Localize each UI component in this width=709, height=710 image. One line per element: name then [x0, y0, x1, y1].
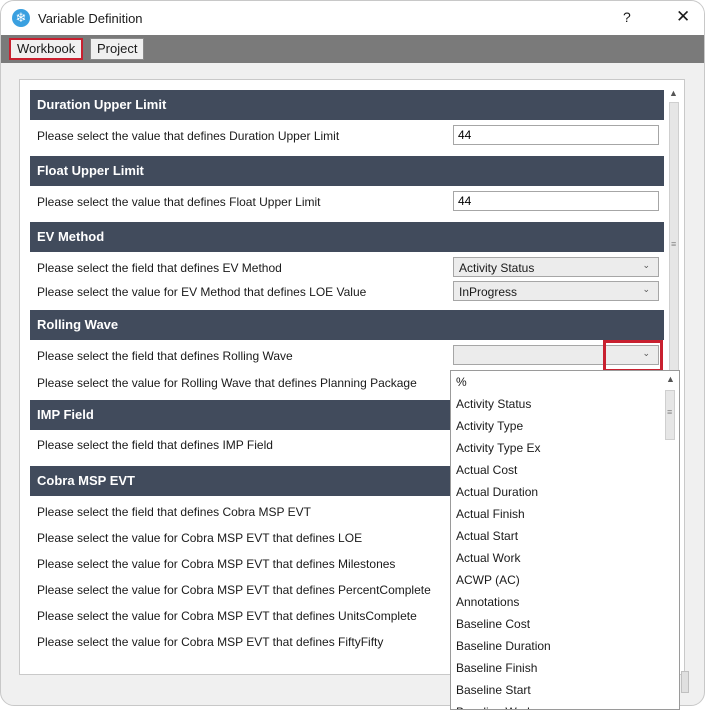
dropdown-option[interactable]: %: [451, 371, 679, 393]
setting-label: Please select the field that defines Rol…: [37, 349, 293, 363]
tab-bar: Workbook Project: [1, 35, 704, 63]
section-header-float-upper-limit: Float Upper Limit: [30, 156, 664, 186]
setting-row: Please select the value that defines Dur…: [30, 124, 664, 148]
dropdown-option[interactable]: Actual Cost: [451, 459, 679, 481]
dropdown-option[interactable]: Activity Status: [451, 393, 679, 415]
setting-label: Please select the value for Rolling Wave…: [37, 376, 417, 390]
dropdown-option[interactable]: Baseline Work: [451, 701, 679, 709]
float-upper-limit-input[interactable]: [454, 192, 658, 210]
window-title: Variable Definition: [38, 11, 143, 26]
grip-icon: ≡: [667, 407, 673, 417]
ev-method-field-select[interactable]: Activity Status ⌄: [453, 257, 659, 277]
dialog-footer-button[interactable]: [681, 671, 689, 693]
select-value: InProgress: [459, 285, 518, 299]
dropdown-option[interactable]: Activity Type: [451, 415, 679, 437]
duration-upper-limit-input[interactable]: [454, 126, 658, 144]
dropdown-option[interactable]: Activity Type Ex: [451, 437, 679, 459]
setting-row: Please select the value that defines Flo…: [30, 190, 664, 214]
float-upper-limit-field[interactable]: [453, 191, 659, 211]
setting-row: Please select the field that defines Rol…: [30, 344, 664, 368]
dropdown-option[interactable]: Annotations: [451, 591, 679, 613]
rolling-wave-options-list[interactable]: % Activity Status Activity Type Activity Ty…: [450, 370, 680, 710]
dropdown-items: % Activity Status Activity Type Activity Ty…: [451, 371, 679, 709]
setting-label: Please select the value for Cobra MSP EV…: [37, 557, 396, 571]
help-button[interactable]: ?: [623, 9, 631, 25]
ev-method-loe-select[interactable]: InProgress ⌄: [453, 281, 659, 301]
setting-row: Please select the field that defines EV …: [30, 256, 664, 280]
setting-label: Please select the field that defines EV …: [37, 261, 282, 275]
setting-label: Please select the field that defines IMP…: [37, 438, 273, 452]
setting-label: Please select the value that defines Flo…: [37, 195, 321, 209]
chevron-down-icon: ⌄: [642, 260, 650, 270]
section-header-rolling-wave: Rolling Wave: [30, 310, 664, 340]
close-button[interactable]: ✕: [676, 7, 690, 27]
scrollbar-thumb[interactable]: ≡: [669, 102, 679, 402]
setting-label: Please select the value for Cobra MSP EV…: [37, 635, 384, 649]
dropdown-option[interactable]: Actual Finish: [451, 503, 679, 525]
grip-icon: ≡: [671, 239, 677, 249]
dropdown-option[interactable]: Baseline Start: [451, 679, 679, 701]
tab-workbook[interactable]: Workbook: [9, 38, 84, 60]
duration-upper-limit-field[interactable]: [453, 125, 659, 145]
setting-label: Please select the value for Cobra MSP EV…: [37, 609, 417, 623]
dropdown-option[interactable]: Actual Duration: [451, 481, 679, 503]
setting-label: Please select the value for EV Method th…: [37, 285, 367, 299]
dropdown-scrollbar[interactable]: ▲ ≡: [662, 372, 678, 708]
dropdown-option[interactable]: Actual Work: [451, 547, 679, 569]
setting-label: Please select the value for Cobra MSP EV…: [37, 583, 431, 597]
dropdown-option[interactable]: Baseline Cost: [451, 613, 679, 635]
dropdown-option[interactable]: Baseline Finish: [451, 657, 679, 679]
setting-row: Please select the value for EV Method th…: [30, 280, 664, 304]
select-value: Activity Status: [459, 261, 535, 275]
scroll-up-arrow-icon[interactable]: ▲: [669, 88, 678, 98]
scroll-up-arrow-icon[interactable]: ▲: [666, 374, 675, 384]
dropdown-option[interactable]: Actual Start: [451, 525, 679, 547]
section-header-duration-upper-limit: Duration Upper Limit: [30, 90, 664, 120]
scrollbar-thumb[interactable]: ≡: [665, 390, 675, 440]
snowflake-icon: ❄: [12, 9, 30, 27]
title-bar: ❄ Variable Definition ? ✕: [1, 1, 704, 35]
setting-label: Please select the value for Cobra MSP EV…: [37, 531, 363, 545]
dropdown-option[interactable]: Baseline Duration: [451, 635, 679, 657]
dropdown-toggle-highlight[interactable]: [603, 340, 663, 372]
chevron-down-icon: ⌄: [642, 284, 650, 294]
tab-project[interactable]: Project: [90, 38, 145, 60]
setting-label: Please select the field that defines Cob…: [37, 505, 311, 519]
dropdown-option[interactable]: ACWP (AC): [451, 569, 679, 591]
setting-label: Please select the value that defines Dur…: [37, 129, 340, 143]
section-header-ev-method: EV Method: [30, 222, 664, 252]
